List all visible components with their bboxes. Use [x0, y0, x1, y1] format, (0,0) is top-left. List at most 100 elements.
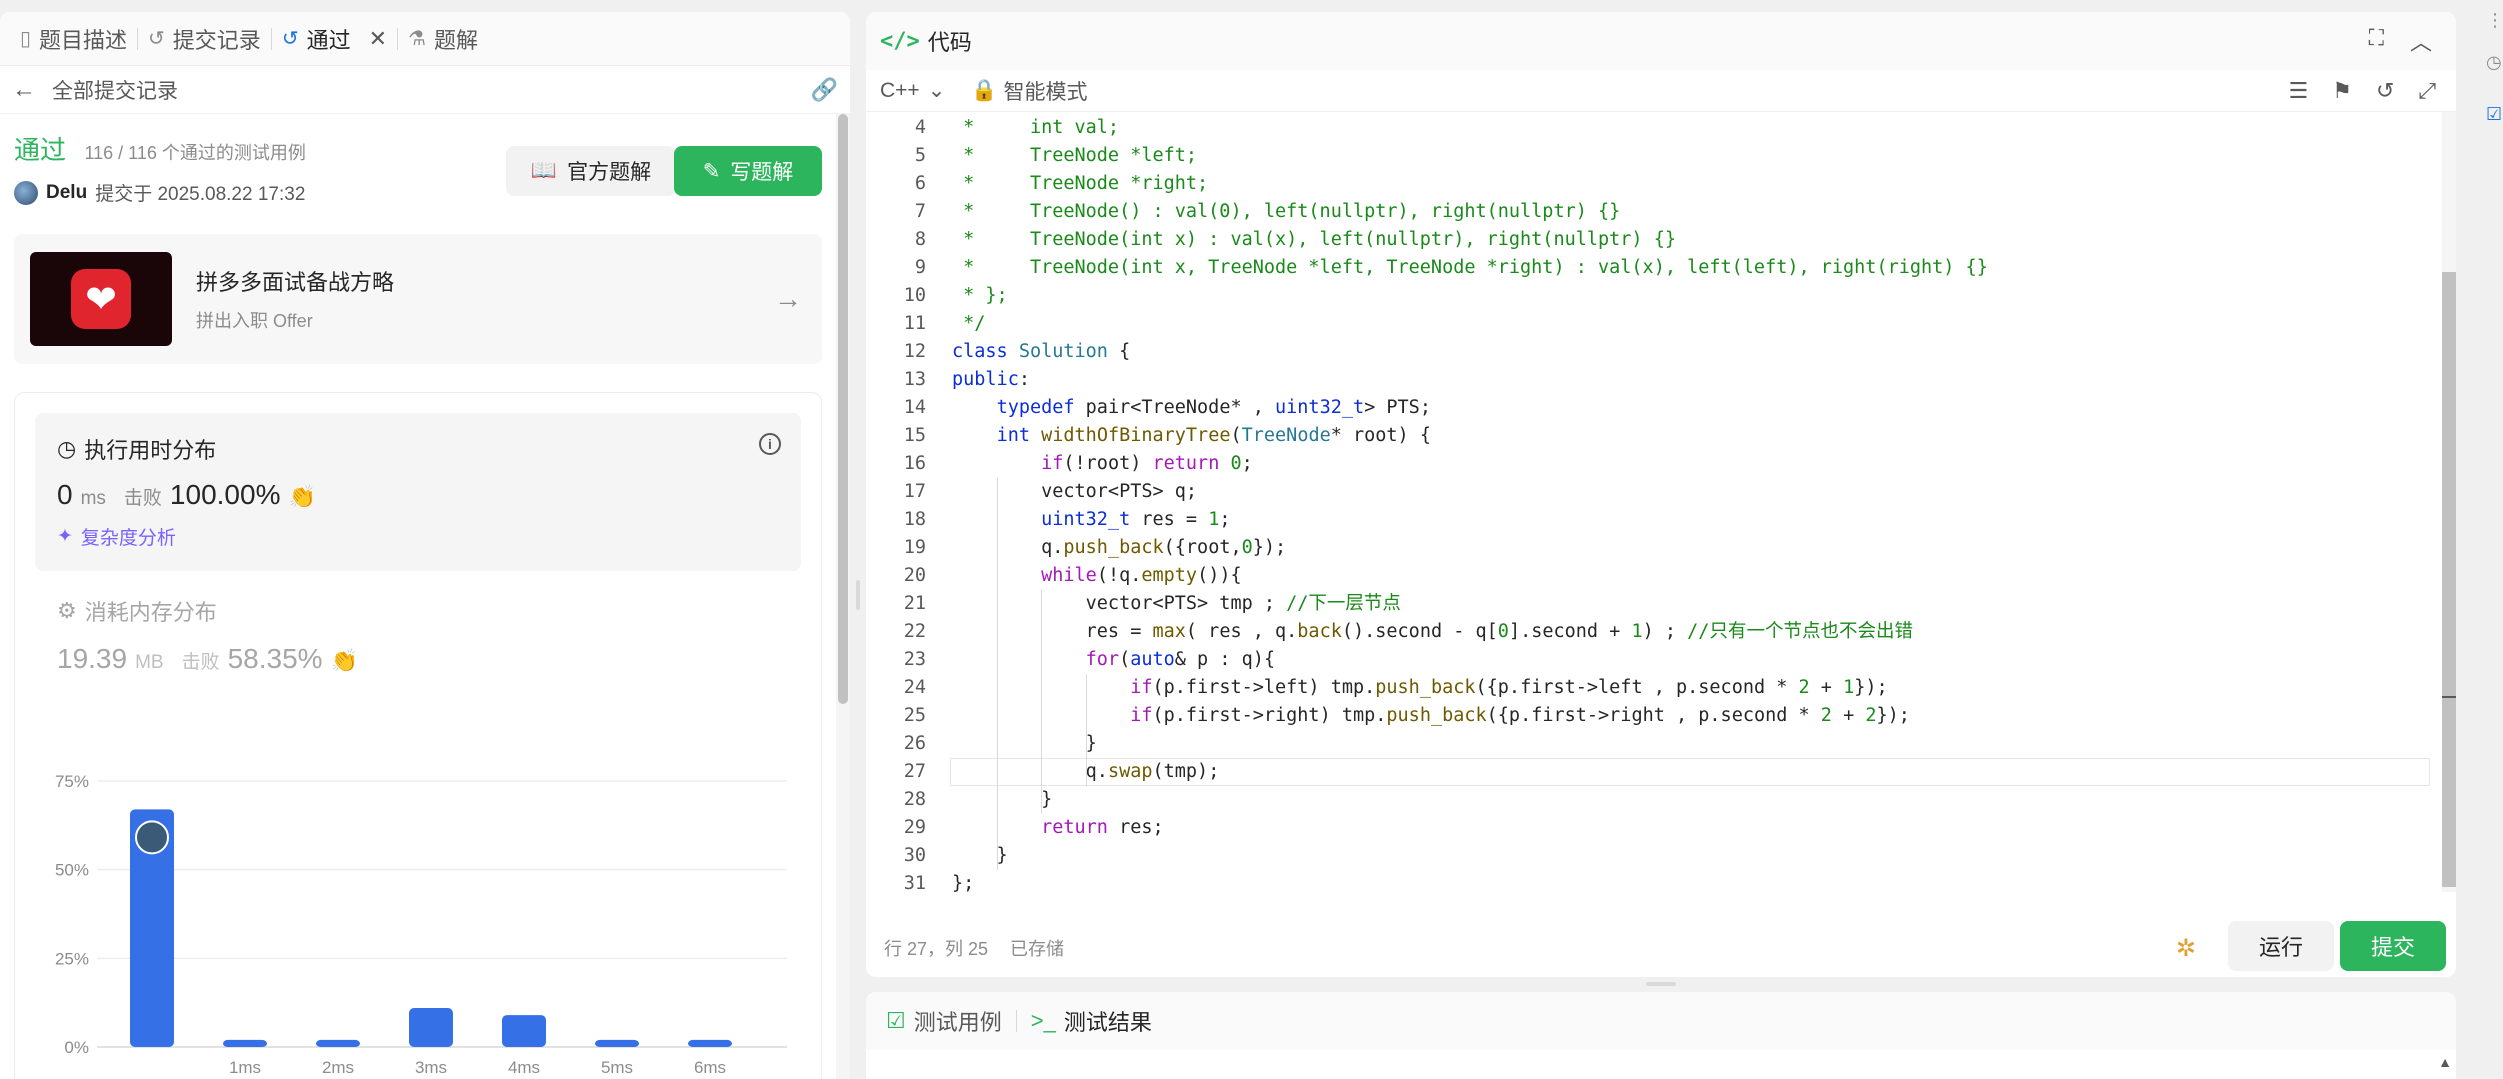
scroll-up-icon[interactable]: ▲ — [2438, 1054, 2452, 1070]
code-line[interactable]: 21 vector<PTS> tmp ; //下一层节点 — [866, 590, 2456, 618]
code-line[interactable]: 6 * TreeNode *right; — [866, 170, 2456, 198]
code-line[interactable]: 10 * }; — [866, 282, 2456, 310]
code-line[interactable]: 11 */ — [866, 310, 2456, 338]
panel-resize-handle[interactable] — [856, 580, 860, 610]
code-line[interactable]: 18 uint32_t res = 1; — [866, 506, 2456, 534]
chart-bar[interactable] — [688, 1039, 732, 1047]
runtime-value: 0 — [57, 479, 73, 510]
code-line[interactable]: 27 q.swap(tmp); — [866, 758, 2456, 786]
tab-accepted[interactable]: ↺ 通过 ✕ — [272, 12, 397, 65]
tab-submissions[interactable]: ↺ 提交记录 — [138, 12, 271, 65]
code-text: if(p.first->right) tmp.push_back({p.firs… — [1130, 705, 1910, 726]
promo-banner[interactable]: ❤ 拼多多面试备战方略 拼出入职 Offer → — [14, 234, 822, 364]
code-line[interactable]: 15 int widthOfBinaryTree(TreeNode* root)… — [866, 422, 2456, 450]
submit-button[interactable]: 提交 — [2340, 921, 2446, 971]
scrollbar-thumb[interactable] — [838, 114, 848, 704]
code-text: typedef pair<TreeNode* , uint32_t> PTS; — [996, 397, 1431, 418]
left-scrollbar[interactable] — [836, 114, 850, 1079]
tab-test-result[interactable]: >_ 测试结果 — [1031, 1005, 1152, 1037]
tab-solutions[interactable]: ⚗ 题解 — [398, 12, 488, 65]
editor-tool-actions: ☰ ⚑ ↺ ⤢ — [2288, 78, 2456, 104]
run-button[interactable]: 运行 — [2228, 921, 2334, 971]
code-line[interactable]: 19 q.push_back({root,0}); — [866, 534, 2456, 562]
code-line[interactable]: 5 * TreeNode *left; — [866, 142, 2456, 170]
format-icon[interactable]: ☰ — [2288, 78, 2308, 104]
arrow-left-icon[interactable]: ← — [12, 76, 36, 104]
memory-unit: MB — [135, 652, 164, 673]
write-solution-button[interactable]: ✎ 写题解 — [674, 146, 822, 196]
line-number: 12 — [903, 341, 926, 362]
runtime-box[interactable]: ◷ 执行用时分布 i 0 ms 击败 100.00% 👏 ✦ 复杂度分析 — [35, 413, 801, 571]
scrollbar-thumb[interactable] — [2442, 272, 2456, 887]
clock-icon[interactable]: ◷ — [2486, 52, 2502, 73]
right-side-strip: ⋮ ◷ ☑ — [2478, 0, 2503, 1079]
arrow-right-icon[interactable]: → — [774, 283, 802, 315]
code-line[interactable]: 14 typedef pair<TreeNode* , uint32_t> PT… — [866, 394, 2456, 422]
info-icon[interactable]: i — [759, 433, 781, 455]
heart-logo-icon: ❤ — [71, 269, 131, 329]
debug-icon[interactable]: ✲ — [2176, 934, 2196, 963]
line-number: 19 — [903, 537, 926, 558]
line-number: 15 — [903, 425, 926, 446]
chevron-up-icon[interactable]: ︿ — [2410, 25, 2432, 57]
editor-scrollbar[interactable] — [2442, 112, 2456, 892]
line-number: 29 — [903, 817, 926, 838]
code-line[interactable]: 22 res = max( res , q.back().second - q[… — [866, 618, 2456, 646]
close-icon[interactable]: ✕ — [369, 26, 387, 52]
all-submissions-link[interactable]: 全部提交记录 — [52, 75, 178, 105]
code-line[interactable]: 8 * TreeNode(int x) : val(x), left(nullp… — [866, 226, 2456, 254]
checkbox-icon[interactable]: ☑ — [2486, 104, 2502, 125]
code-line[interactable]: 28 } — [866, 786, 2456, 814]
code-text: * int val; — [952, 117, 1120, 138]
expand-icon[interactable]: ⤢ — [2418, 78, 2436, 104]
chart-bar[interactable] — [316, 1039, 360, 1047]
avatar-marker — [135, 820, 169, 855]
chart-bar[interactable] — [409, 1007, 453, 1047]
tab-description[interactable]: ▯ 题目描述 — [10, 12, 137, 65]
complexity-analysis-link[interactable]: ✦ 复杂度分析 — [57, 523, 779, 550]
fullscreen-icon[interactable]: ⛶ — [2369, 25, 2384, 57]
code-line[interactable]: 13 public: — [866, 366, 2456, 394]
code-line[interactable]: 23 for(auto& p : q){ — [866, 646, 2456, 674]
code-line[interactable]: 26 } — [866, 730, 2456, 758]
code-line[interactable]: 17 vector<PTS> q; — [866, 478, 2456, 506]
code-line[interactable]: 20 while(!q.empty()){ — [866, 562, 2456, 590]
tab-testcases[interactable]: ☑ 测试用例 — [886, 1005, 1002, 1037]
code-line[interactable]: 12 class Solution { — [866, 338, 2456, 366]
runtime-distribution-chart[interactable]: 0% 25% 50% 75% 1ms 2ms 3ms 4ms 5ms 6ms — [37, 761, 797, 1079]
submitter-name[interactable]: Delu — [46, 182, 87, 204]
panel-resize-handle[interactable] — [1646, 982, 1676, 986]
code-text: if(p.first->left) tmp.push_back({p.first… — [1130, 677, 1888, 698]
memory-box[interactable]: ⚙ 消耗内存分布 19.39 MB 击败 58.35% 👏 — [35, 571, 801, 699]
tab-label: 测试结果 — [1063, 1010, 1152, 1035]
language-select[interactable]: C++ ⌄ — [880, 78, 945, 103]
code-text: for(auto& p : q){ — [1085, 649, 1276, 670]
chart-bar[interactable] — [223, 1039, 267, 1047]
code-line[interactable]: 4 * int val; — [866, 114, 2456, 142]
code-area[interactable]: 4 * int val; 5 * TreeNode *left; 6 * TreeN… — [866, 112, 2456, 920]
code-line[interactable]: 29 return res; — [866, 814, 2456, 842]
avatar[interactable] — [14, 180, 38, 205]
reset-icon[interactable]: ↺ — [2376, 78, 2394, 104]
link-icon[interactable]: 🔗 — [811, 77, 838, 103]
code-line[interactable]: 30 } — [866, 842, 2456, 870]
code-line[interactable]: 9 * TreeNode(int x, TreeNode *left, Tree… — [866, 254, 2456, 282]
chart-bar[interactable] — [502, 1015, 546, 1047]
code-line[interactable]: 16 if(!root) return 0; — [866, 450, 2456, 478]
bookmark-icon[interactable]: ⚑ — [2332, 78, 2352, 104]
promo-image: ❤ — [30, 252, 172, 346]
smart-mode[interactable]: 🔒 智能模式 — [971, 76, 1087, 106]
code-line[interactable]: 7 * TreeNode() : val(0), left(nullptr), … — [866, 198, 2456, 226]
line-number: 26 — [903, 733, 926, 754]
code-editor-panel: </> 代码 ⛶ ︿ C++ ⌄ 🔒 智能模式 ☰ ⚑ ↺ ⤢ 4 * int … — [866, 12, 2456, 977]
sidebar-toggle-icon[interactable]: ⋮ — [2486, 10, 2503, 31]
submission-subheader: ← 全部提交记录 🔗 — [0, 66, 850, 114]
chart-bar[interactable] — [595, 1039, 639, 1047]
code-line[interactable]: 25 if(p.first->right) tmp.push_back({p.f… — [866, 702, 2456, 730]
code-text: int widthOfBinaryTree(TreeNode* root) { — [996, 425, 1431, 446]
y-tick-label: 0% — [64, 1038, 89, 1057]
code-line[interactable]: 31}; — [866, 870, 2456, 898]
official-solution-button[interactable]: 📖 官方题解 — [506, 146, 676, 196]
code-text: vector<PTS> q; — [952, 481, 1198, 502]
code-line[interactable]: 24 if(p.first->left) tmp.push_back({p.fi… — [866, 674, 2456, 702]
